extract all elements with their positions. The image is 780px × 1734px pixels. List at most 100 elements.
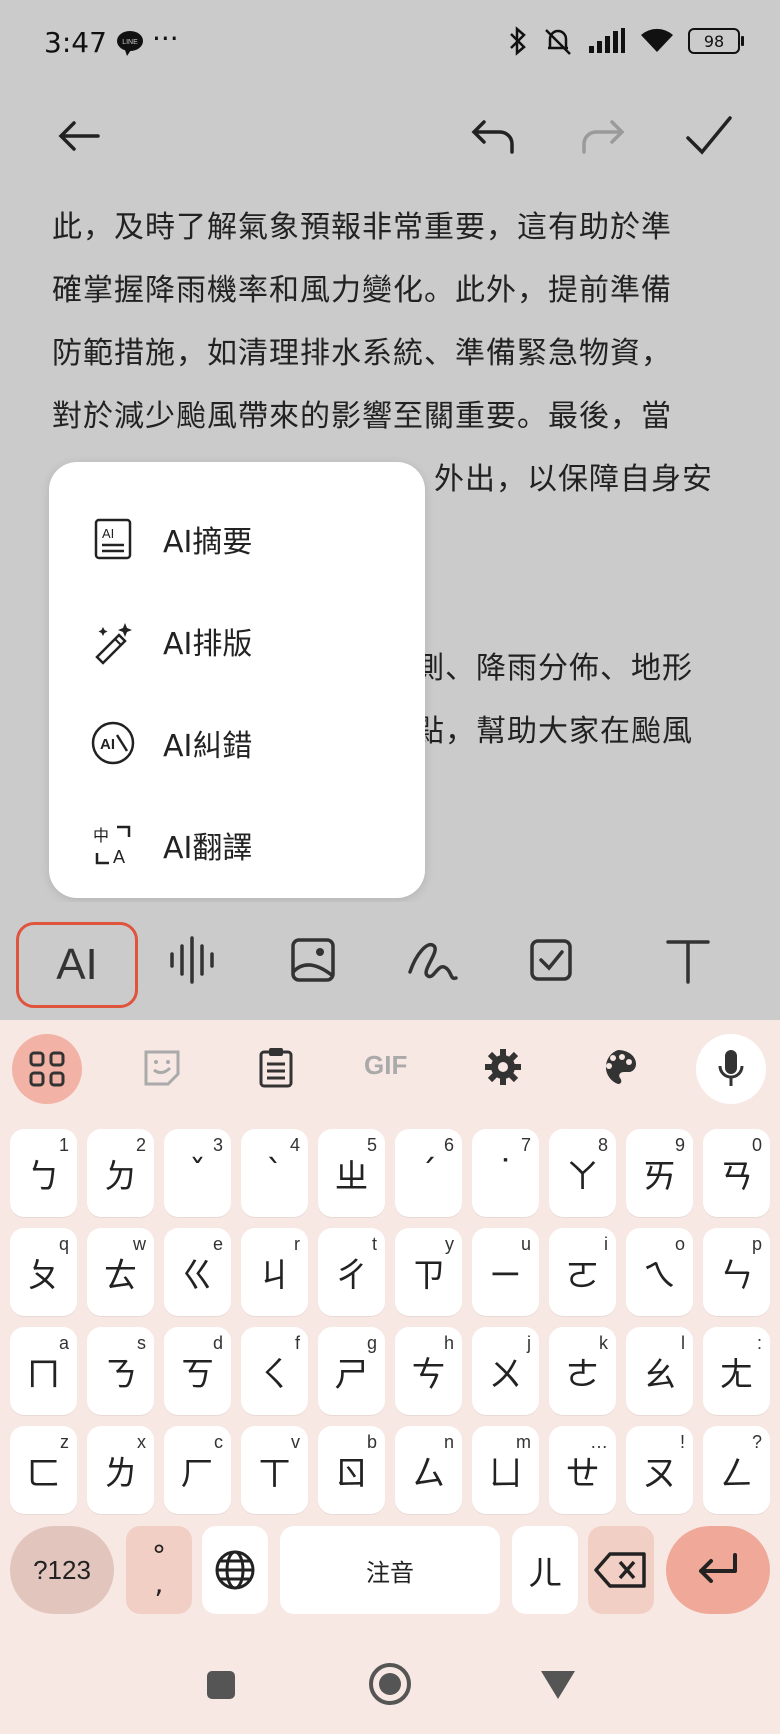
key-![interactable]: ㄡ!	[626, 1426, 693, 1514]
key-hint: p	[751, 1234, 762, 1254]
key-f[interactable]: ㄑf	[241, 1327, 308, 1415]
undo-icon[interactable]	[466, 108, 522, 164]
key-a[interactable]: ㄇa	[10, 1327, 77, 1415]
key-4[interactable]: ˋ4	[241, 1129, 308, 1217]
check-icon[interactable]	[680, 108, 736, 164]
key-l[interactable]: ㄠl	[626, 1327, 693, 1415]
key-…[interactable]: ㄝ…	[549, 1426, 616, 1514]
key-b[interactable]: ㄖb	[318, 1426, 385, 1514]
symbols-key[interactable]: ?123	[10, 1526, 114, 1614]
key-g[interactable]: ㄕg	[318, 1327, 385, 1415]
key-0[interactable]: ㄢ0	[703, 1129, 770, 1217]
ai-tool-button[interactable]: AI	[16, 922, 138, 1008]
key-o[interactable]: ㄟo	[626, 1228, 693, 1316]
key-r[interactable]: ㄐr	[241, 1228, 308, 1316]
language-switch-key[interactable]	[202, 1526, 268, 1614]
key-label: ㄉ	[103, 1156, 138, 1197]
space-key[interactable]: 注音	[280, 1526, 500, 1614]
handwriting-icon[interactable]	[406, 932, 458, 988]
system-navigation-bar	[0, 1640, 780, 1734]
key-:[interactable]: ㄤ:	[703, 1327, 770, 1415]
content-line: 防範措施，如清理排水系統、準備緊急物資，	[52, 336, 672, 371]
key-t[interactable]: ㄔt	[318, 1228, 385, 1316]
key-x[interactable]: ㄌx	[87, 1426, 154, 1514]
theme-palette-icon[interactable]	[598, 1048, 638, 1086]
key-e[interactable]: ㄍe	[164, 1228, 231, 1316]
key-h[interactable]: ㄘh	[395, 1327, 462, 1415]
status-time: 3:47	[44, 26, 107, 59]
key-label: ㄜ	[565, 1354, 600, 1395]
key-2[interactable]: ㄉ2	[87, 1129, 154, 1217]
key-c[interactable]: ㄏc	[164, 1426, 231, 1514]
key-7[interactable]: ˙ 7	[472, 1129, 539, 1217]
status-bar: 3:47 LINE ··· 98	[0, 0, 780, 90]
sticker-icon[interactable]	[142, 1048, 182, 1088]
er-key[interactable]: ㄦ	[512, 1526, 578, 1614]
key-hint: x	[137, 1432, 146, 1452]
key-label: ˊ	[420, 1153, 437, 1193]
settings-gear-icon[interactable]	[484, 1048, 522, 1086]
content-line: 確掌握降雨機率和風力變化。此外，提前準備	[52, 273, 672, 308]
editor-top-toolbar	[0, 90, 780, 180]
key-label: ㄕ	[334, 1354, 369, 1395]
line-app-icon: LINE	[117, 31, 143, 56]
gif-button[interactable]: GIF	[364, 1050, 407, 1081]
voice-input-button[interactable]	[696, 1034, 766, 1104]
key-label: ㄙ	[411, 1453, 446, 1494]
voice-waveform-icon[interactable]	[168, 932, 220, 988]
apps-grid-icon	[29, 1051, 65, 1087]
back-triangle-icon[interactable]	[540, 1670, 576, 1700]
home-icon[interactable]	[368, 1662, 412, 1706]
svg-text:LINE: LINE	[122, 39, 138, 46]
key-j[interactable]: ㄨj	[472, 1327, 539, 1415]
key-k[interactable]: ㄜk	[549, 1327, 616, 1415]
menu-item-ai-layout[interactable]: AI排版	[89, 606, 252, 676]
image-icon[interactable]	[288, 932, 340, 988]
key-8[interactable]: ㄚ8	[549, 1129, 616, 1217]
key-u[interactable]: ㄧu	[472, 1228, 539, 1316]
keyboard-suggestion-bar: GIF	[0, 1020, 780, 1128]
battery-indicator: 98	[688, 28, 744, 54]
key-5[interactable]: ㄓ5	[318, 1129, 385, 1217]
checklist-icon[interactable]	[526, 932, 578, 988]
redo-icon[interactable]	[574, 108, 630, 164]
key-hint: …	[590, 1432, 608, 1452]
key-3[interactable]: ˇ3	[164, 1129, 231, 1217]
key-z[interactable]: ㄈz	[10, 1426, 77, 1514]
key-d[interactable]: ㄎd	[164, 1327, 231, 1415]
punctuation-key[interactable]: ° ,	[126, 1526, 192, 1614]
apps-grid-button[interactable]	[12, 1034, 82, 1104]
recent-apps-icon[interactable]	[206, 1670, 236, 1700]
ai-summary-icon: AI	[94, 518, 132, 560]
key-label: ㄍ	[180, 1255, 215, 1296]
key-1[interactable]: ㄅ1	[10, 1129, 77, 1217]
text-format-icon[interactable]	[662, 932, 714, 988]
key-hint: m	[516, 1432, 531, 1452]
key-label: ㄇ	[26, 1354, 61, 1395]
key-label: ㄢ	[719, 1156, 754, 1197]
key-hint: f	[294, 1333, 300, 1353]
menu-item-ai-translate[interactable]: 中A AI翻譯	[89, 810, 252, 880]
globe-icon	[215, 1550, 255, 1590]
enter-key[interactable]	[666, 1526, 770, 1614]
backspace-key[interactable]	[588, 1526, 654, 1614]
key-label: ㄤ	[719, 1354, 754, 1395]
clipboard-icon[interactable]	[258, 1046, 294, 1088]
key-s[interactable]: ㄋs	[87, 1327, 154, 1415]
key-hint: r	[294, 1234, 300, 1254]
key-n[interactable]: ㄙn	[395, 1426, 462, 1514]
key-9[interactable]: ㄞ9	[626, 1129, 693, 1217]
key-hint: 4	[289, 1135, 300, 1155]
menu-item-ai-correct[interactable]: AI AI糾錯	[89, 708, 252, 778]
key-y[interactable]: ㄗy	[395, 1228, 462, 1316]
key-q[interactable]: ㄆq	[10, 1228, 77, 1316]
back-arrow-icon[interactable]	[52, 108, 108, 164]
key-i[interactable]: ㄛi	[549, 1228, 616, 1316]
key-w[interactable]: ㄊw	[87, 1228, 154, 1316]
key-6[interactable]: ˊ6	[395, 1129, 462, 1217]
menu-item-ai-summary[interactable]: AI AI摘要	[89, 504, 252, 574]
key-v[interactable]: ㄒv	[241, 1426, 308, 1514]
key-p[interactable]: ㄣp	[703, 1228, 770, 1316]
key-m[interactable]: ㄩm	[472, 1426, 539, 1514]
key-?[interactable]: ㄥ?	[703, 1426, 770, 1514]
